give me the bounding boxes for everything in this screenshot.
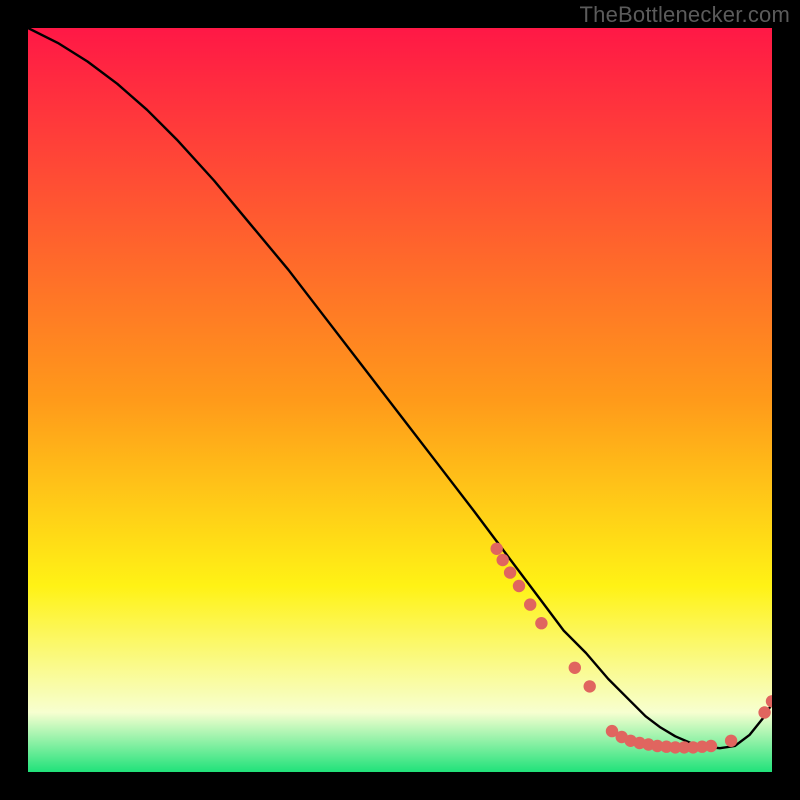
chart-stage: TheBottlenecker.com: [0, 0, 800, 800]
data-dot: [725, 735, 737, 747]
data-dot: [705, 740, 717, 752]
chart-svg: [28, 28, 772, 772]
data-dot: [513, 580, 525, 592]
data-dot: [584, 680, 596, 692]
gradient-background: [28, 28, 772, 772]
data-dot: [504, 566, 516, 578]
chart-plot: [28, 28, 772, 772]
watermark-text: TheBottlenecker.com: [580, 2, 790, 28]
data-dot: [497, 554, 509, 566]
data-dot: [491, 543, 503, 555]
data-dot: [758, 706, 770, 718]
data-dot: [535, 617, 547, 629]
data-dot: [569, 662, 581, 674]
data-dot: [524, 598, 536, 610]
